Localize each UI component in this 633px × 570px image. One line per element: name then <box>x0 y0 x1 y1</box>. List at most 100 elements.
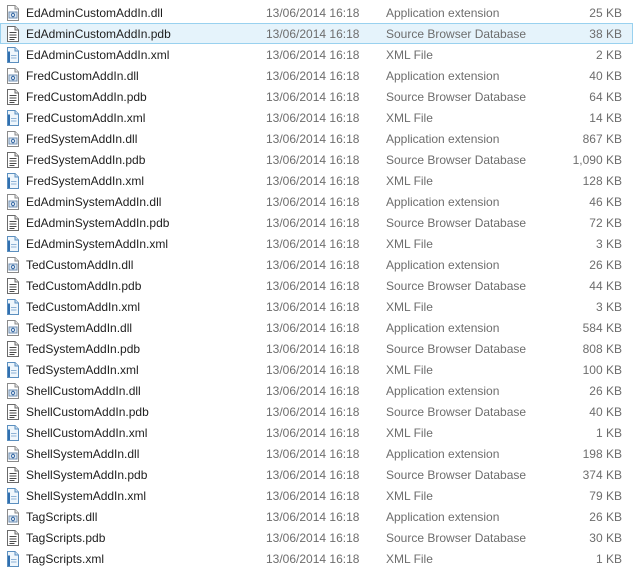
file-name: ShellCustomAddIn.dll <box>26 384 141 398</box>
file-type: Source Browser Database <box>386 468 527 482</box>
file-type: Source Browser Database <box>386 153 527 167</box>
file-row[interactable]: ShellSystemAddIn.dll 13/06/2014 16:18 Appl… <box>0 443 633 464</box>
file-row[interactable]: FredCustomAddIn.pdb 13/06/2014 16:18 Sourc… <box>0 86 633 107</box>
file-row[interactable]: EdAdminSystemAddIn.pdb 13/06/2014 16:18 So… <box>0 212 633 233</box>
file-date-modified: 13/06/2014 16:18 <box>266 111 360 125</box>
file-row[interactable]: TedSystemAddIn.xml 13/06/2014 16:18 XML Fi… <box>0 359 633 380</box>
file-date-modified: 13/06/2014 16:18 <box>266 531 360 545</box>
file-size: 3 KB <box>595 237 622 251</box>
file-row[interactable]: FredCustomAddIn.dll 13/06/2014 16:18 Appli… <box>0 65 633 86</box>
file-date-modified: 13/06/2014 16:18 <box>266 489 360 503</box>
file-row[interactable]: EdAdminSystemAddIn.xml 13/06/2014 16:18 XM… <box>0 233 633 254</box>
file-date-modified: 13/06/2014 16:18 <box>266 405 360 419</box>
file-name: TedSystemAddIn.xml <box>26 363 139 377</box>
file-row[interactable]: TedCustomAddIn.pdb 13/06/2014 16:18 Source… <box>0 275 633 296</box>
file-date-modified: 13/06/2014 16:18 <box>266 174 360 188</box>
file-row[interactable]: FredSystemAddIn.xml 13/06/2014 16:18 XML F… <box>0 170 633 191</box>
file-row[interactable]: EdAdminSystemAddIn.dll 13/06/2014 16:18 Ap… <box>0 191 633 212</box>
file-name: TagScripts.xml <box>26 552 105 566</box>
file-type: Application extension <box>386 510 500 524</box>
file-name: TedCustomAddIn.dll <box>26 258 134 272</box>
xml-file-icon <box>6 47 20 63</box>
file-row[interactable]: TedCustomAddIn.xml 13/06/2014 16:18 XML Fi… <box>0 296 633 317</box>
pdb-file-icon <box>6 530 20 546</box>
file-size: 867 KB <box>582 132 622 146</box>
file-row[interactable]: TagScripts.xml 13/06/2014 16:18 XML File 1 … <box>0 548 633 569</box>
file-type: XML File <box>386 237 433 251</box>
file-date-modified: 13/06/2014 16:18 <box>266 510 360 524</box>
file-type: XML File <box>386 363 433 377</box>
file-row[interactable]: ShellSystemAddIn.xml 13/06/2014 16:18 XML … <box>0 485 633 506</box>
file-type: XML File <box>386 552 433 566</box>
file-size: 40 KB <box>589 69 622 83</box>
file-type: Application extension <box>386 321 500 335</box>
file-name: ShellSystemAddIn.xml <box>26 489 147 503</box>
file-row[interactable]: FredSystemAddIn.pdb 13/06/2014 16:18 Sourc… <box>0 149 633 170</box>
file-date-modified: 13/06/2014 16:18 <box>266 237 360 251</box>
file-name: FredSystemAddIn.dll <box>26 132 138 146</box>
file-size: 64 KB <box>589 90 622 104</box>
file-size: 3 KB <box>595 300 622 314</box>
file-row[interactable]: TedSystemAddIn.pdb 13/06/2014 16:18 Source… <box>0 338 633 359</box>
file-size: 40 KB <box>589 405 622 419</box>
dll-file-icon <box>6 131 20 147</box>
file-date-modified: 13/06/2014 16:18 <box>266 132 360 146</box>
file-row[interactable]: ShellCustomAddIn.pdb 13/06/2014 16:18 Sour… <box>0 401 633 422</box>
file-row[interactable]: ShellCustomAddIn.xml 13/06/2014 16:18 XML … <box>0 422 633 443</box>
file-type: XML File <box>386 174 433 188</box>
file-name: TagScripts.pdb <box>26 531 106 545</box>
file-date-modified: 13/06/2014 16:18 <box>266 342 360 356</box>
file-type: Application extension <box>386 69 500 83</box>
xml-file-icon <box>6 236 20 252</box>
file-row[interactable]: FredSystemAddIn.dll 13/06/2014 16:18 Appli… <box>0 128 633 149</box>
dll-file-icon <box>6 383 20 399</box>
pdb-file-icon <box>6 467 20 483</box>
xml-file-icon <box>6 110 20 126</box>
file-date-modified: 13/06/2014 16:18 <box>266 48 360 62</box>
file-name: EdAdminCustomAddIn.xml <box>26 48 170 62</box>
file-size: 1,090 KB <box>572 153 622 167</box>
file-size: 808 KB <box>582 342 622 356</box>
file-row[interactable]: TagScripts.pdb 13/06/2014 16:18 Source Bro… <box>0 527 633 548</box>
file-date-modified: 13/06/2014 16:18 <box>266 321 360 335</box>
file-size: 25 KB <box>589 6 622 20</box>
file-type: Application extension <box>386 447 500 461</box>
xml-file-icon <box>6 362 20 378</box>
file-row[interactable]: EdAdminCustomAddIn.pdb 13/06/2014 16:18 So… <box>0 23 633 44</box>
file-size: 2 KB <box>595 48 622 62</box>
file-date-modified: 13/06/2014 16:18 <box>266 153 360 167</box>
pdb-file-icon <box>6 341 20 357</box>
file-row[interactable]: EdAdminCustomAddIn.xml 13/06/2014 16:18 XM… <box>0 44 633 65</box>
file-row[interactable]: TedSystemAddIn.dll 13/06/2014 16:18 Applic… <box>0 317 633 338</box>
file-type: Source Browser Database <box>386 405 527 419</box>
dll-file-icon <box>6 68 20 84</box>
file-size: 198 KB <box>582 447 622 461</box>
file-name: FredCustomAddIn.pdb <box>26 90 147 104</box>
file-name: FredSystemAddIn.xml <box>26 174 145 188</box>
file-row[interactable]: EdAdminCustomAddIn.dll 13/06/2014 16:18 Ap… <box>0 2 633 23</box>
file-name: EdAdminSystemAddIn.pdb <box>26 216 170 230</box>
file-name: TedCustomAddIn.xml <box>26 300 141 314</box>
file-date-modified: 13/06/2014 16:18 <box>266 426 360 440</box>
file-date-modified: 13/06/2014 16:18 <box>266 27 360 41</box>
pdb-file-icon <box>6 152 20 168</box>
file-type: XML File <box>386 48 433 62</box>
file-row[interactable]: FredCustomAddIn.xml 13/06/2014 16:18 XML F… <box>0 107 633 128</box>
file-size: 374 KB <box>582 468 622 482</box>
dll-file-icon <box>6 194 20 210</box>
file-row[interactable]: TagScripts.dll 13/06/2014 16:18 Applicatio… <box>0 506 633 527</box>
pdb-file-icon <box>6 26 20 42</box>
pdb-file-icon <box>6 89 20 105</box>
file-row[interactable]: TedCustomAddIn.dll 13/06/2014 16:18 Applic… <box>0 254 633 275</box>
file-row[interactable]: ShellSystemAddIn.pdb 13/06/2014 16:18 Sour… <box>0 464 633 485</box>
file-date-modified: 13/06/2014 16:18 <box>266 258 360 272</box>
xml-file-icon <box>6 488 20 504</box>
file-name: EdAdminCustomAddIn.dll <box>26 6 163 20</box>
file-row[interactable]: ShellCustomAddIn.dll 13/06/2014 16:18 Appl… <box>0 380 633 401</box>
file-type: Application extension <box>386 6 500 20</box>
file-date-modified: 13/06/2014 16:18 <box>266 216 360 230</box>
xml-file-icon <box>6 425 20 441</box>
file-name: ShellSystemAddIn.pdb <box>26 468 148 482</box>
file-date-modified: 13/06/2014 16:18 <box>266 69 360 83</box>
file-name: EdAdminSystemAddIn.dll <box>26 195 162 209</box>
